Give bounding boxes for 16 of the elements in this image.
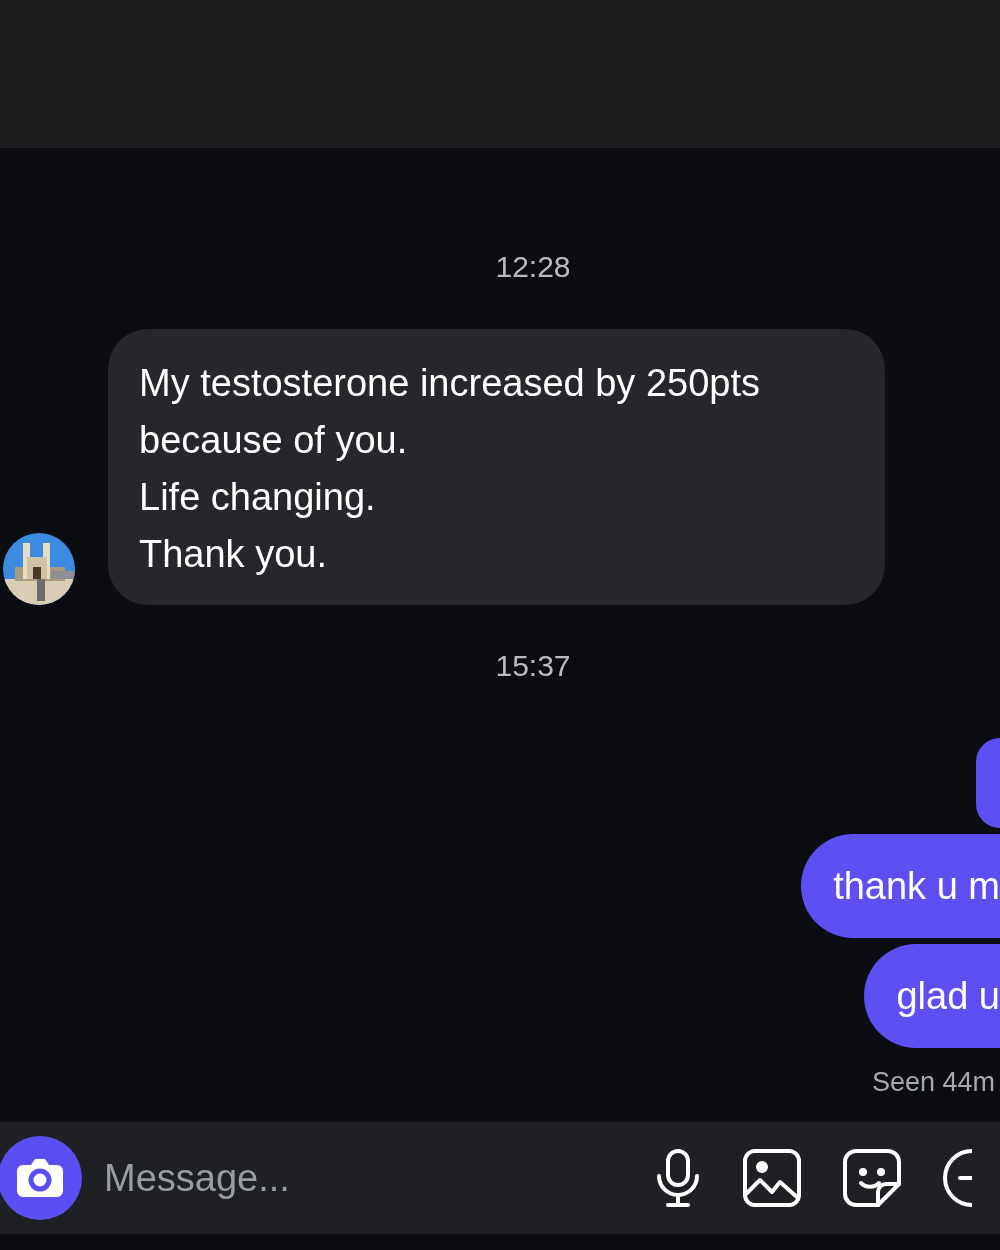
message-composer[interactable]: Message... xyxy=(0,1122,1000,1234)
message-text: Thank you. xyxy=(139,532,328,577)
message-text: Life changing. xyxy=(139,475,377,520)
message-text: My testosterone increased by 250pts xyxy=(139,361,761,406)
timestamp: 12:28 xyxy=(495,249,571,285)
message-text: glad u xyxy=(896,973,1000,1019)
timestamp: 15:37 xyxy=(495,648,571,684)
sticker-icon[interactable] xyxy=(842,1148,902,1208)
message-text: thank u m xyxy=(833,863,1000,909)
add-icon[interactable] xyxy=(942,1148,972,1208)
image-icon[interactable] xyxy=(742,1148,802,1208)
message-text: because of you. xyxy=(139,418,409,463)
seen-receipt: Seen 44m xyxy=(871,1066,995,1099)
camera-icon xyxy=(15,1157,65,1199)
microphone-icon[interactable] xyxy=(654,1148,702,1208)
message-field[interactable]: Message... xyxy=(104,1149,624,1207)
